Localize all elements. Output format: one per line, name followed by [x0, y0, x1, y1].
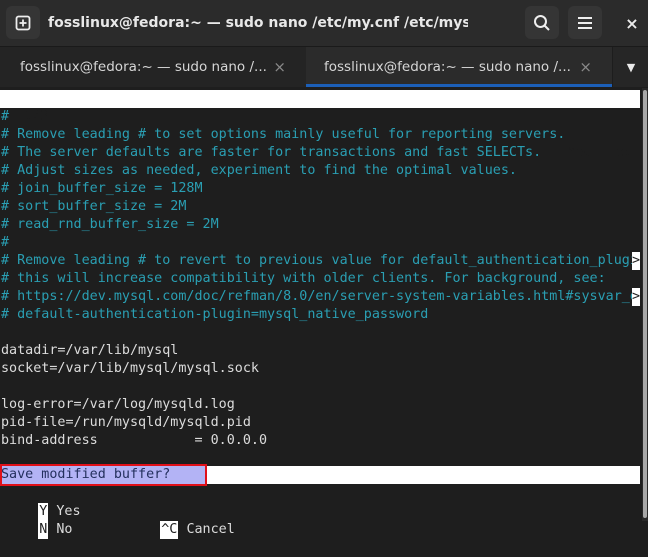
- config-line: bind-address = 0.0.0.0: [1, 433, 268, 448]
- option-cancel[interactable]: ^C Cancel: [128, 503, 235, 539]
- option-label: No: [56, 522, 73, 537]
- nano-title-bar: [1/3] /etc/my.cnf Modified: [0, 90, 640, 160]
- comment-line: # https://dev.mysql.com/doc/refman/8.0/e…: [1, 289, 638, 304]
- tab-overview-dropdown[interactable]: ▼: [612, 47, 648, 87]
- comment-line: # this will increase compatibility with …: [1, 271, 606, 286]
- comment-line: # The server defaults are faster for tra…: [1, 145, 542, 160]
- main-menu-button[interactable]: [568, 6, 602, 39]
- comment-line: # Remove leading # to revert to previous…: [1, 253, 638, 268]
- comment-line: # join_buffer_size = 128M: [1, 181, 203, 196]
- close-icon: ×: [625, 13, 639, 33]
- comment-line: # Adjust sizes as needed, experiment to …: [1, 163, 517, 178]
- config-line: log-error=/var/log/mysqld.log: [1, 397, 235, 412]
- comment-line: # default-authentication-plugin=mysql_na…: [1, 307, 429, 322]
- tab-2-active[interactable]: fosslinux@fedora:~ — sudo nano /... ×: [306, 47, 612, 87]
- comment-line: # read_rnd_buffer_size = 2M: [1, 217, 219, 232]
- option-yes[interactable]: Y Yes: [6, 485, 81, 521]
- terminal-area[interactable]: [1/3] /etc/my.cnf Modified # # Remove lea…: [0, 88, 642, 539]
- search-icon: [534, 14, 550, 31]
- tab-label: fosslinux@fedora:~ — sudo nano /...: [324, 59, 571, 75]
- tab-label: fosslinux@fedora:~ — sudo nano /...: [20, 59, 267, 75]
- hamburger-menu-icon: [578, 16, 592, 29]
- shortcut-key: N: [38, 521, 49, 539]
- config-line: pid-file=/run/mysqld/mysqld.pid: [1, 415, 251, 430]
- shortcut-key: ^C: [160, 521, 179, 539]
- config-line: datadir=/var/lib/mysql: [1, 343, 179, 358]
- new-tab-icon: [15, 15, 31, 30]
- chevron-down-icon: ▼: [626, 60, 636, 74]
- scrollbar-thumb[interactable]: [643, 90, 647, 518]
- comment-line: #: [1, 109, 10, 124]
- tab-close-icon[interactable]: ×: [579, 58, 592, 76]
- search-button[interactable]: [525, 6, 559, 39]
- comment-line: #: [1, 235, 10, 250]
- tab-1[interactable]: fosslinux@fedora:~ — sudo nano /... ×: [0, 47, 306, 87]
- modified-status: Modified: [567, 145, 633, 160]
- config-line: socket=/var/lib/mysql/mysql.sock: [1, 361, 259, 376]
- tab-close-icon[interactable]: ×: [273, 58, 286, 76]
- line-truncation-marker: >: [632, 252, 641, 270]
- window-title: fosslinux@fedora:~ — sudo nano /etc/my.c…: [48, 15, 468, 31]
- comment-line: # Remove leading # to set options mainly…: [1, 127, 566, 142]
- line-truncation-marker: >: [632, 288, 641, 306]
- window-close-button[interactable]: ×: [615, 0, 648, 46]
- buffer-index: [1/3]: [16, 109, 57, 124]
- annotation-highlight-box: [0, 464, 207, 486]
- comment-line: # sort_buffer_size = 2M: [1, 199, 187, 214]
- option-label: Cancel: [186, 522, 235, 537]
- terminal-scrollbar[interactable]: [642, 88, 648, 521]
- new-tab-button[interactable]: [6, 6, 40, 39]
- option-no[interactable]: N No: [6, 503, 73, 539]
- tab-bar: fosslinux@fedora:~ — sudo nano /... × fo…: [0, 47, 648, 87]
- header-bar: fosslinux@fedora:~ — sudo nano /etc/my.c…: [0, 0, 648, 47]
